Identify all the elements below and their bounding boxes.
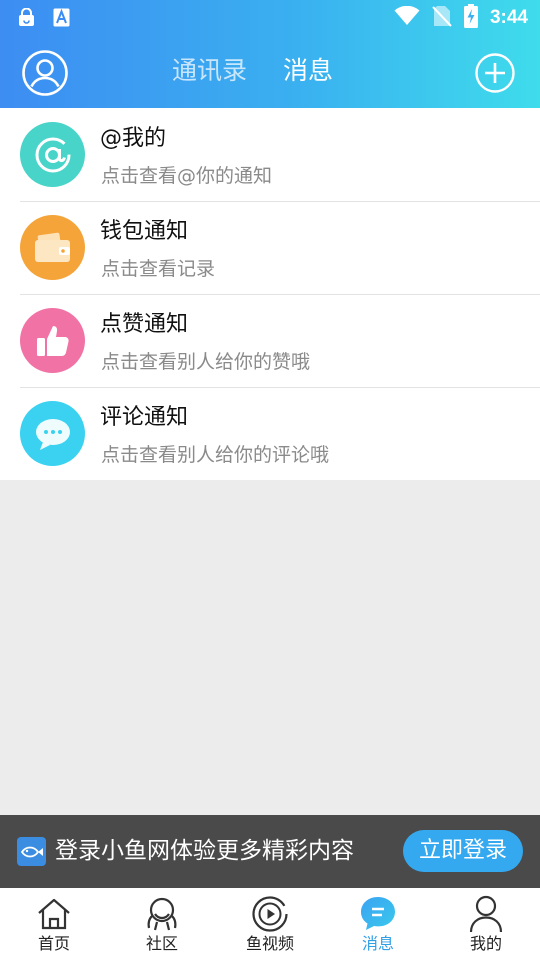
item-subtitle: 点击查看别人给你的评论哦 — [101, 444, 330, 466]
bottom-tab-bar: 首页 社区 鱼视频 消息 我的 — [0, 888, 540, 960]
battery-charging-icon — [463, 4, 478, 32]
comment-icon — [20, 401, 85, 466]
lock-app-icon — [18, 8, 35, 27]
no-sim-icon — [432, 5, 452, 31]
item-subtitle: 点击查看@你的通知 — [101, 165, 273, 187]
profile-icon — [467, 895, 505, 933]
list-item-likes[interactable]: 点赞通知 点击查看别人给你的赞哦 — [0, 294, 540, 387]
tab-messages-bottom[interactable]: 消息 — [324, 888, 432, 960]
item-title: 评论通知 — [100, 405, 189, 430]
item-title: 点赞通知 — [100, 312, 189, 337]
message-icon — [359, 895, 397, 933]
wallet-icon — [20, 215, 85, 280]
list-item-comments[interactable]: 评论通知 点击查看别人给你的评论哦 — [0, 387, 540, 480]
video-play-icon — [251, 895, 289, 933]
app-header: 3:44 通讯录 消息 — [0, 0, 540, 108]
home-icon — [35, 895, 73, 933]
plus-icon[interactable] — [475, 53, 515, 93]
text-a-icon — [53, 8, 70, 27]
tab-label: 首页 — [37, 934, 70, 953]
item-subtitle: 点击查看记录 — [101, 258, 216, 280]
tab-fish-video[interactable]: 鱼视频 — [216, 888, 324, 960]
tab-label: 消息 — [361, 934, 394, 953]
message-category-list: @我的 点击查看@你的通知 钱包通知 点击查看记录 点赞通知 点击查看别人给你的… — [0, 108, 540, 480]
at-icon — [20, 122, 85, 187]
tab-label: 社区 — [145, 934, 178, 953]
login-button[interactable]: 立即登录 — [403, 830, 523, 872]
list-item-wallet[interactable]: 钱包通知 点击查看记录 — [0, 201, 540, 294]
tab-label: 我的 — [469, 934, 502, 953]
thumbs-up-icon — [20, 308, 85, 373]
wifi-icon — [394, 5, 420, 30]
login-prompt-banner: 登录小鱼网体验更多精彩内容 立即登录 — [0, 815, 540, 888]
user-icon[interactable] — [22, 50, 68, 96]
item-subtitle: 点击查看别人给你的赞哦 — [101, 351, 311, 373]
tab-label: 鱼视频 — [245, 934, 294, 953]
list-item-mentions[interactable]: @我的 点击查看@你的通知 — [0, 108, 540, 201]
banner-text: 登录小鱼网体验更多精彩内容 — [55, 838, 354, 864]
tab-messages[interactable]: 消息 — [283, 54, 333, 88]
tab-home[interactable]: 首页 — [0, 888, 108, 960]
community-icon — [143, 895, 181, 933]
item-title: 钱包通知 — [100, 219, 189, 244]
tab-profile[interactable]: 我的 — [432, 888, 540, 960]
tab-contacts[interactable]: 通讯录 — [172, 54, 247, 88]
status-time: 3:44 — [489, 7, 528, 28]
tab-community[interactable]: 社区 — [108, 888, 216, 960]
fish-logo-icon — [17, 837, 46, 866]
top-navigation: 通讯录 消息 — [0, 36, 540, 108]
item-title: @我的 — [100, 126, 167, 151]
status-bar: 3:44 — [0, 0, 540, 36]
